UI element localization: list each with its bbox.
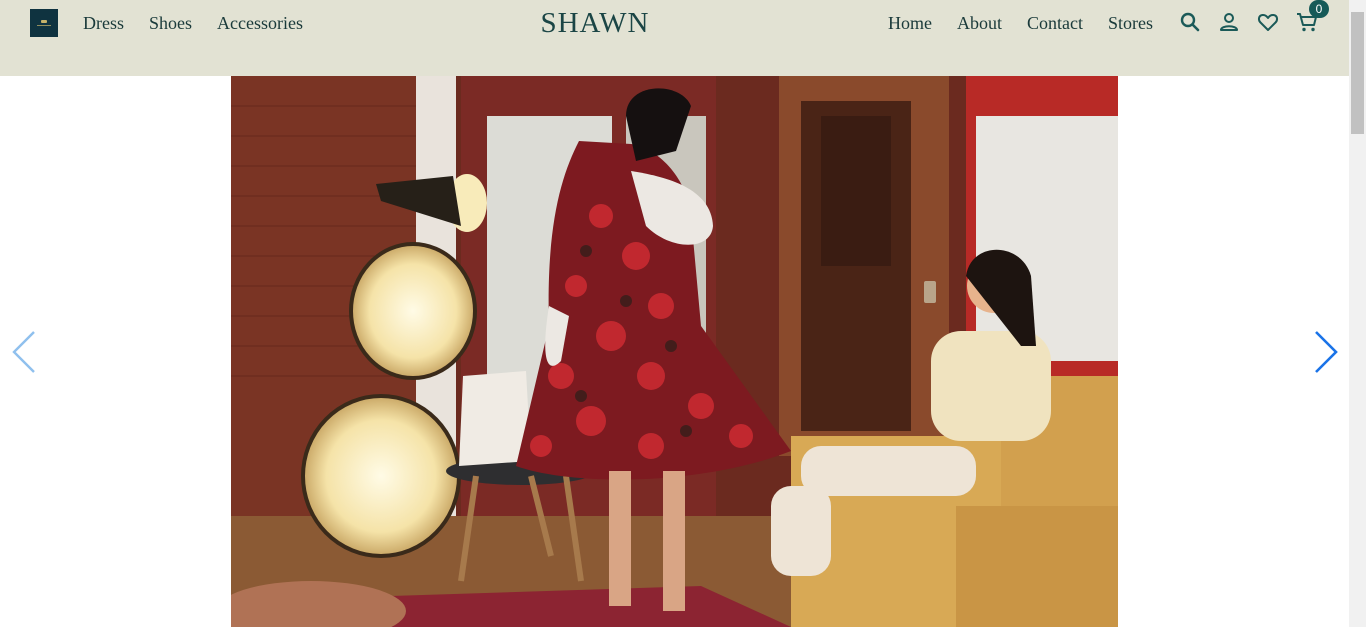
user-icon[interactable] — [1217, 10, 1241, 34]
nav-link-contact[interactable]: Contact — [1027, 12, 1083, 34]
cart-count-badge: 0 — [1309, 0, 1329, 18]
nav-link-stores[interactable]: Stores — [1108, 12, 1153, 34]
heart-icon[interactable] — [1256, 10, 1280, 34]
search-icon[interactable] — [1178, 10, 1202, 34]
site-header: Dress Shoes Accessories SHAWN Home About… — [0, 0, 1349, 76]
hero-slide-image — [231, 76, 1118, 627]
chevron-right-icon[interactable] — [1312, 328, 1340, 376]
chevron-left-icon[interactable] — [10, 328, 38, 376]
nav-link-home[interactable]: Home — [888, 12, 932, 34]
secondary-nav: Home About Contact Stores — [888, 12, 1153, 34]
scrollbar-thumb[interactable] — [1351, 12, 1364, 134]
nav-link-about[interactable]: About — [957, 12, 1002, 34]
